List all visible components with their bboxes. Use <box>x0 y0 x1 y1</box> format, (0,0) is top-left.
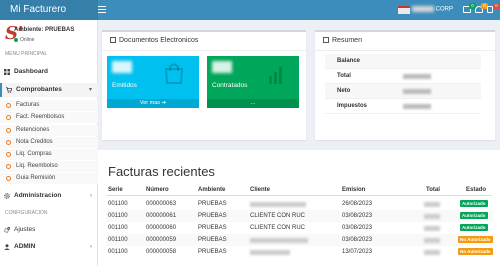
sidebar-subitem-retenciones[interactable]: Retenciones <box>0 125 98 136</box>
company-name[interactable]: CORP <box>412 6 453 13</box>
menu-header: MENU PRINCIPAL <box>5 51 48 57</box>
table-row[interactable]: 001100 000000058 PRUEBAS 13/07/2023 No A… <box>106 246 494 258</box>
col-estado: Estado <box>466 187 487 193</box>
cogs-icon <box>4 227 10 233</box>
file-icon <box>110 37 116 44</box>
total-value <box>403 74 431 79</box>
sidebar-toggle-icon[interactable] <box>98 6 106 13</box>
bar-chart-icon <box>269 67 282 84</box>
user-panel: S' Ambiente: PRUEBAS Online <box>0 20 98 48</box>
contratados-tile[interactable]: Contratados ... <box>207 56 299 108</box>
cliente-redacted <box>250 202 306 207</box>
config-header: CONFIGURACION <box>5 210 48 216</box>
summary-icon <box>323 37 329 44</box>
emitidos-tile[interactable]: Emitidos Ver mas ➔ <box>107 56 199 108</box>
bell-icon[interactable]: 0 <box>474 3 488 15</box>
documentos-title: Documentos Electronicos <box>110 37 198 44</box>
sidebar-subitem-nota-creditos[interactable]: Nota Creditos <box>0 137 98 148</box>
col-total: Total <box>426 187 440 193</box>
table-row[interactable]: 001100 000000060 PRUEBAS CLIENTE CON RUC… <box>106 222 494 234</box>
resumen-row-neto: Neto <box>325 84 481 99</box>
emitidos-label: Emitidos <box>112 82 137 89</box>
table-row[interactable]: 001100 000000063 PRUEBAS 26/08/2023 Auto… <box>106 198 494 210</box>
header-divider <box>106 195 492 196</box>
sidebar-item-administracion[interactable]: Administracion ‹ <box>0 189 98 203</box>
circle-icon <box>6 176 11 181</box>
resumen-title: Resumen <box>323 37 362 44</box>
top-navbar: Mi Facturero CORP 0 0 0 <box>0 0 500 20</box>
sidebar-item-dashboard[interactable]: Dashboard <box>0 65 98 79</box>
cliente-redacted <box>250 238 308 243</box>
col-cliente: Cliente <box>250 187 271 193</box>
status-badge: Autorizado <box>460 212 488 219</box>
total-redacted <box>424 226 440 231</box>
contratados-link[interactable]: ... <box>207 99 299 108</box>
flag-icon[interactable]: 0 <box>486 3 500 15</box>
online-dot-icon <box>14 37 18 42</box>
total-redacted <box>424 214 440 219</box>
sidebar-subitem-facturas[interactable]: Facturas <box>0 100 98 111</box>
total-redacted <box>424 202 440 207</box>
shopping-bag-icon <box>164 63 184 84</box>
status-badge: Autorizado <box>460 200 488 207</box>
sidebar-item-admin[interactable]: ADMIN ‹ <box>0 240 98 254</box>
envelope-icon[interactable]: 0 <box>462 3 476 15</box>
sidebar-item-comprobantes[interactable]: Comprobantes ▾ <box>0 83 98 97</box>
environment-label: Ambiente: PRUEBAS <box>14 27 75 33</box>
gear-icon <box>4 193 10 199</box>
circle-icon <box>6 128 11 133</box>
user-icon <box>4 244 10 250</box>
sidebar-subitem-liq-reembolso[interactable]: Liq. Reembolso <box>0 161 98 172</box>
cart-icon <box>6 87 12 93</box>
circle-icon <box>6 140 11 145</box>
arrow-circle-right-icon: ➔ <box>161 100 167 106</box>
divider <box>102 50 306 51</box>
status-badge: No Autorizado <box>458 236 493 243</box>
online-status: Online <box>14 37 34 43</box>
table-row[interactable]: 001100 000000061 PRUEBAS CLIENTE CON RUC… <box>106 210 494 222</box>
col-emision: Emision <box>342 187 366 193</box>
sidebar: S' Ambiente: PRUEBAS Online MENU PRINCIP… <box>0 20 98 266</box>
resumen-table: Balance Total Neto Impuestos <box>325 54 481 114</box>
contratados-label: Contratados <box>212 82 248 89</box>
circle-icon <box>6 164 11 169</box>
cliente-redacted <box>250 250 290 255</box>
neto-value <box>403 89 431 94</box>
contratados-count <box>212 61 232 73</box>
user-avatar[interactable] <box>398 6 410 14</box>
total-redacted <box>424 250 440 255</box>
impuestos-value <box>403 104 431 109</box>
ver-mas-link[interactable]: Ver mas ➔ <box>107 99 199 108</box>
sidebar-item-ajustes[interactable]: Ajustes <box>0 223 98 237</box>
total-redacted <box>424 238 440 243</box>
resumen-row-balance: Balance <box>325 54 481 69</box>
chevron-down-icon: ▾ <box>88 87 92 93</box>
divider <box>315 50 495 51</box>
sidebar-subitem-liq-compras[interactable]: Liq. Compras <box>0 149 98 160</box>
recent-title: Facturas recientes <box>108 164 215 179</box>
dashboard-icon <box>4 69 10 75</box>
facturas-recientes-panel: Facturas recientes Serie Número Ambiente… <box>98 150 500 266</box>
resumen-row-impuestos: Impuestos <box>325 99 481 114</box>
col-serie: Serie <box>108 187 123 193</box>
sidebar-subitem-guia-remision[interactable]: Guia Remisión <box>0 173 98 184</box>
tasks-badge: 0 <box>493 3 500 9</box>
status-badge: Autorizado <box>460 224 488 231</box>
col-ambiente: Ambiente <box>198 187 226 193</box>
status-badge: No Autorizado <box>458 248 493 255</box>
chevron-left-icon: ‹ <box>90 244 92 250</box>
circle-icon <box>6 152 11 157</box>
brand-logo[interactable]: Mi Facturero <box>0 0 98 20</box>
sidebar-subitem-fact-reembolsos[interactable]: Fact. Reembolsos <box>0 112 98 123</box>
circle-icon <box>6 103 11 108</box>
documentos-card: Documentos Electronicos Emitidos Ver mas… <box>102 30 306 140</box>
resumen-row-total: Total <box>325 69 481 84</box>
col-numero: Número <box>146 187 169 193</box>
resumen-card: Resumen Balance Total Neto Impuestos <box>315 30 495 140</box>
chevron-left-icon: ‹ <box>90 193 92 199</box>
table-row[interactable]: 001100 000000059 PRUEBAS 03/08/2023 No A… <box>106 234 494 246</box>
emitidos-count <box>112 61 132 73</box>
circle-icon <box>6 115 11 120</box>
